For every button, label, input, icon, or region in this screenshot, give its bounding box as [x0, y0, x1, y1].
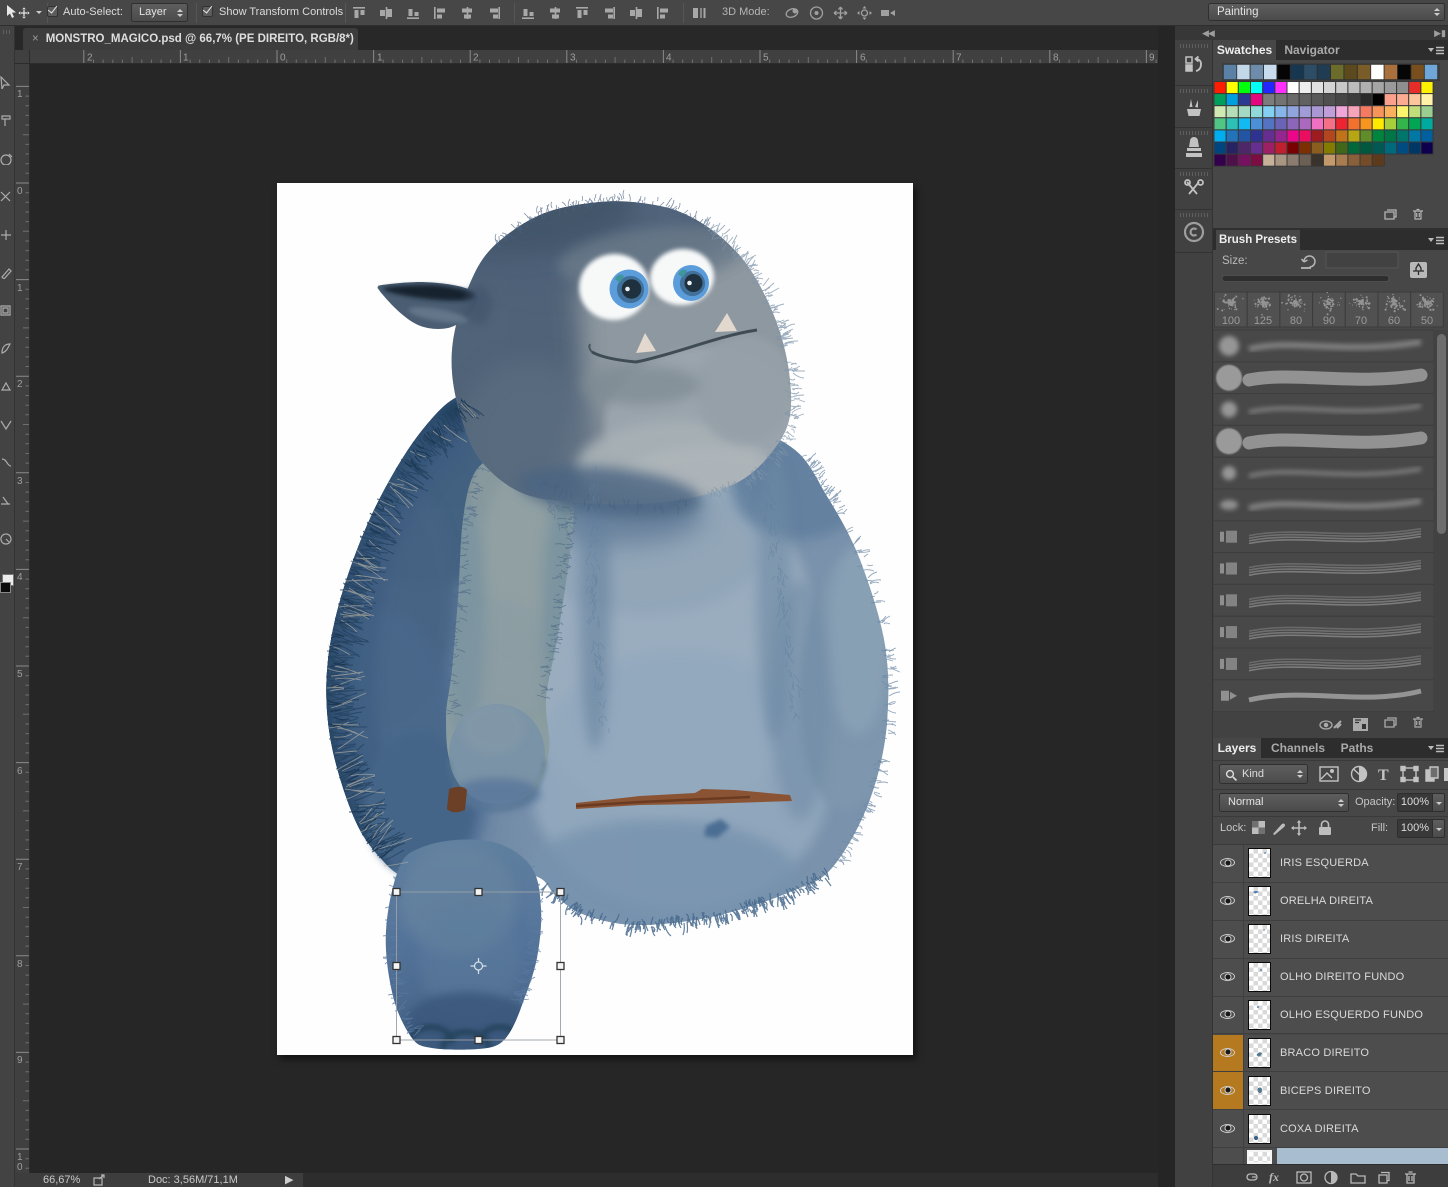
svg-text:80: 80	[1290, 315, 1302, 327]
svg-text:3: 3	[17, 476, 23, 487]
svg-text:5: 5	[17, 669, 23, 680]
svg-text:2: 2	[87, 53, 93, 64]
svg-text:2: 2	[17, 379, 23, 390]
svg-text:1: 1	[377, 53, 383, 64]
svg-text:90: 90	[1323, 315, 1335, 327]
svg-text:3: 3	[570, 53, 576, 64]
svg-text:0: 0	[17, 1162, 23, 1173]
svg-text:2: 2	[473, 53, 479, 64]
svg-text:7: 7	[17, 862, 23, 873]
svg-text:4: 4	[17, 572, 23, 583]
svg-text:6: 6	[860, 53, 866, 64]
svg-text:Size:: Size:	[1222, 255, 1248, 267]
svg-text:4: 4	[666, 53, 672, 64]
svg-text:9: 9	[17, 1055, 23, 1066]
svg-text:9: 9	[1149, 53, 1155, 64]
svg-text:1: 1	[17, 283, 23, 294]
svg-text:70: 70	[1355, 315, 1367, 327]
svg-text:100: 100	[1222, 315, 1240, 327]
svg-text:1: 1	[17, 89, 23, 100]
svg-text:125: 125	[1254, 315, 1272, 327]
svg-text:50: 50	[1421, 315, 1433, 327]
svg-text:7: 7	[956, 53, 962, 64]
svg-text:6: 6	[17, 766, 23, 777]
svg-text:0: 0	[17, 186, 23, 197]
svg-text:8: 8	[1053, 53, 1059, 64]
svg-text:5: 5	[763, 53, 769, 64]
svg-text:60: 60	[1388, 315, 1400, 327]
svg-text:8: 8	[17, 959, 23, 970]
svg-text:fx: fx	[1269, 1170, 1279, 1184]
svg-text:T: T	[1378, 767, 1389, 784]
svg-text:1: 1	[183, 53, 189, 64]
svg-text:0: 0	[280, 53, 286, 64]
